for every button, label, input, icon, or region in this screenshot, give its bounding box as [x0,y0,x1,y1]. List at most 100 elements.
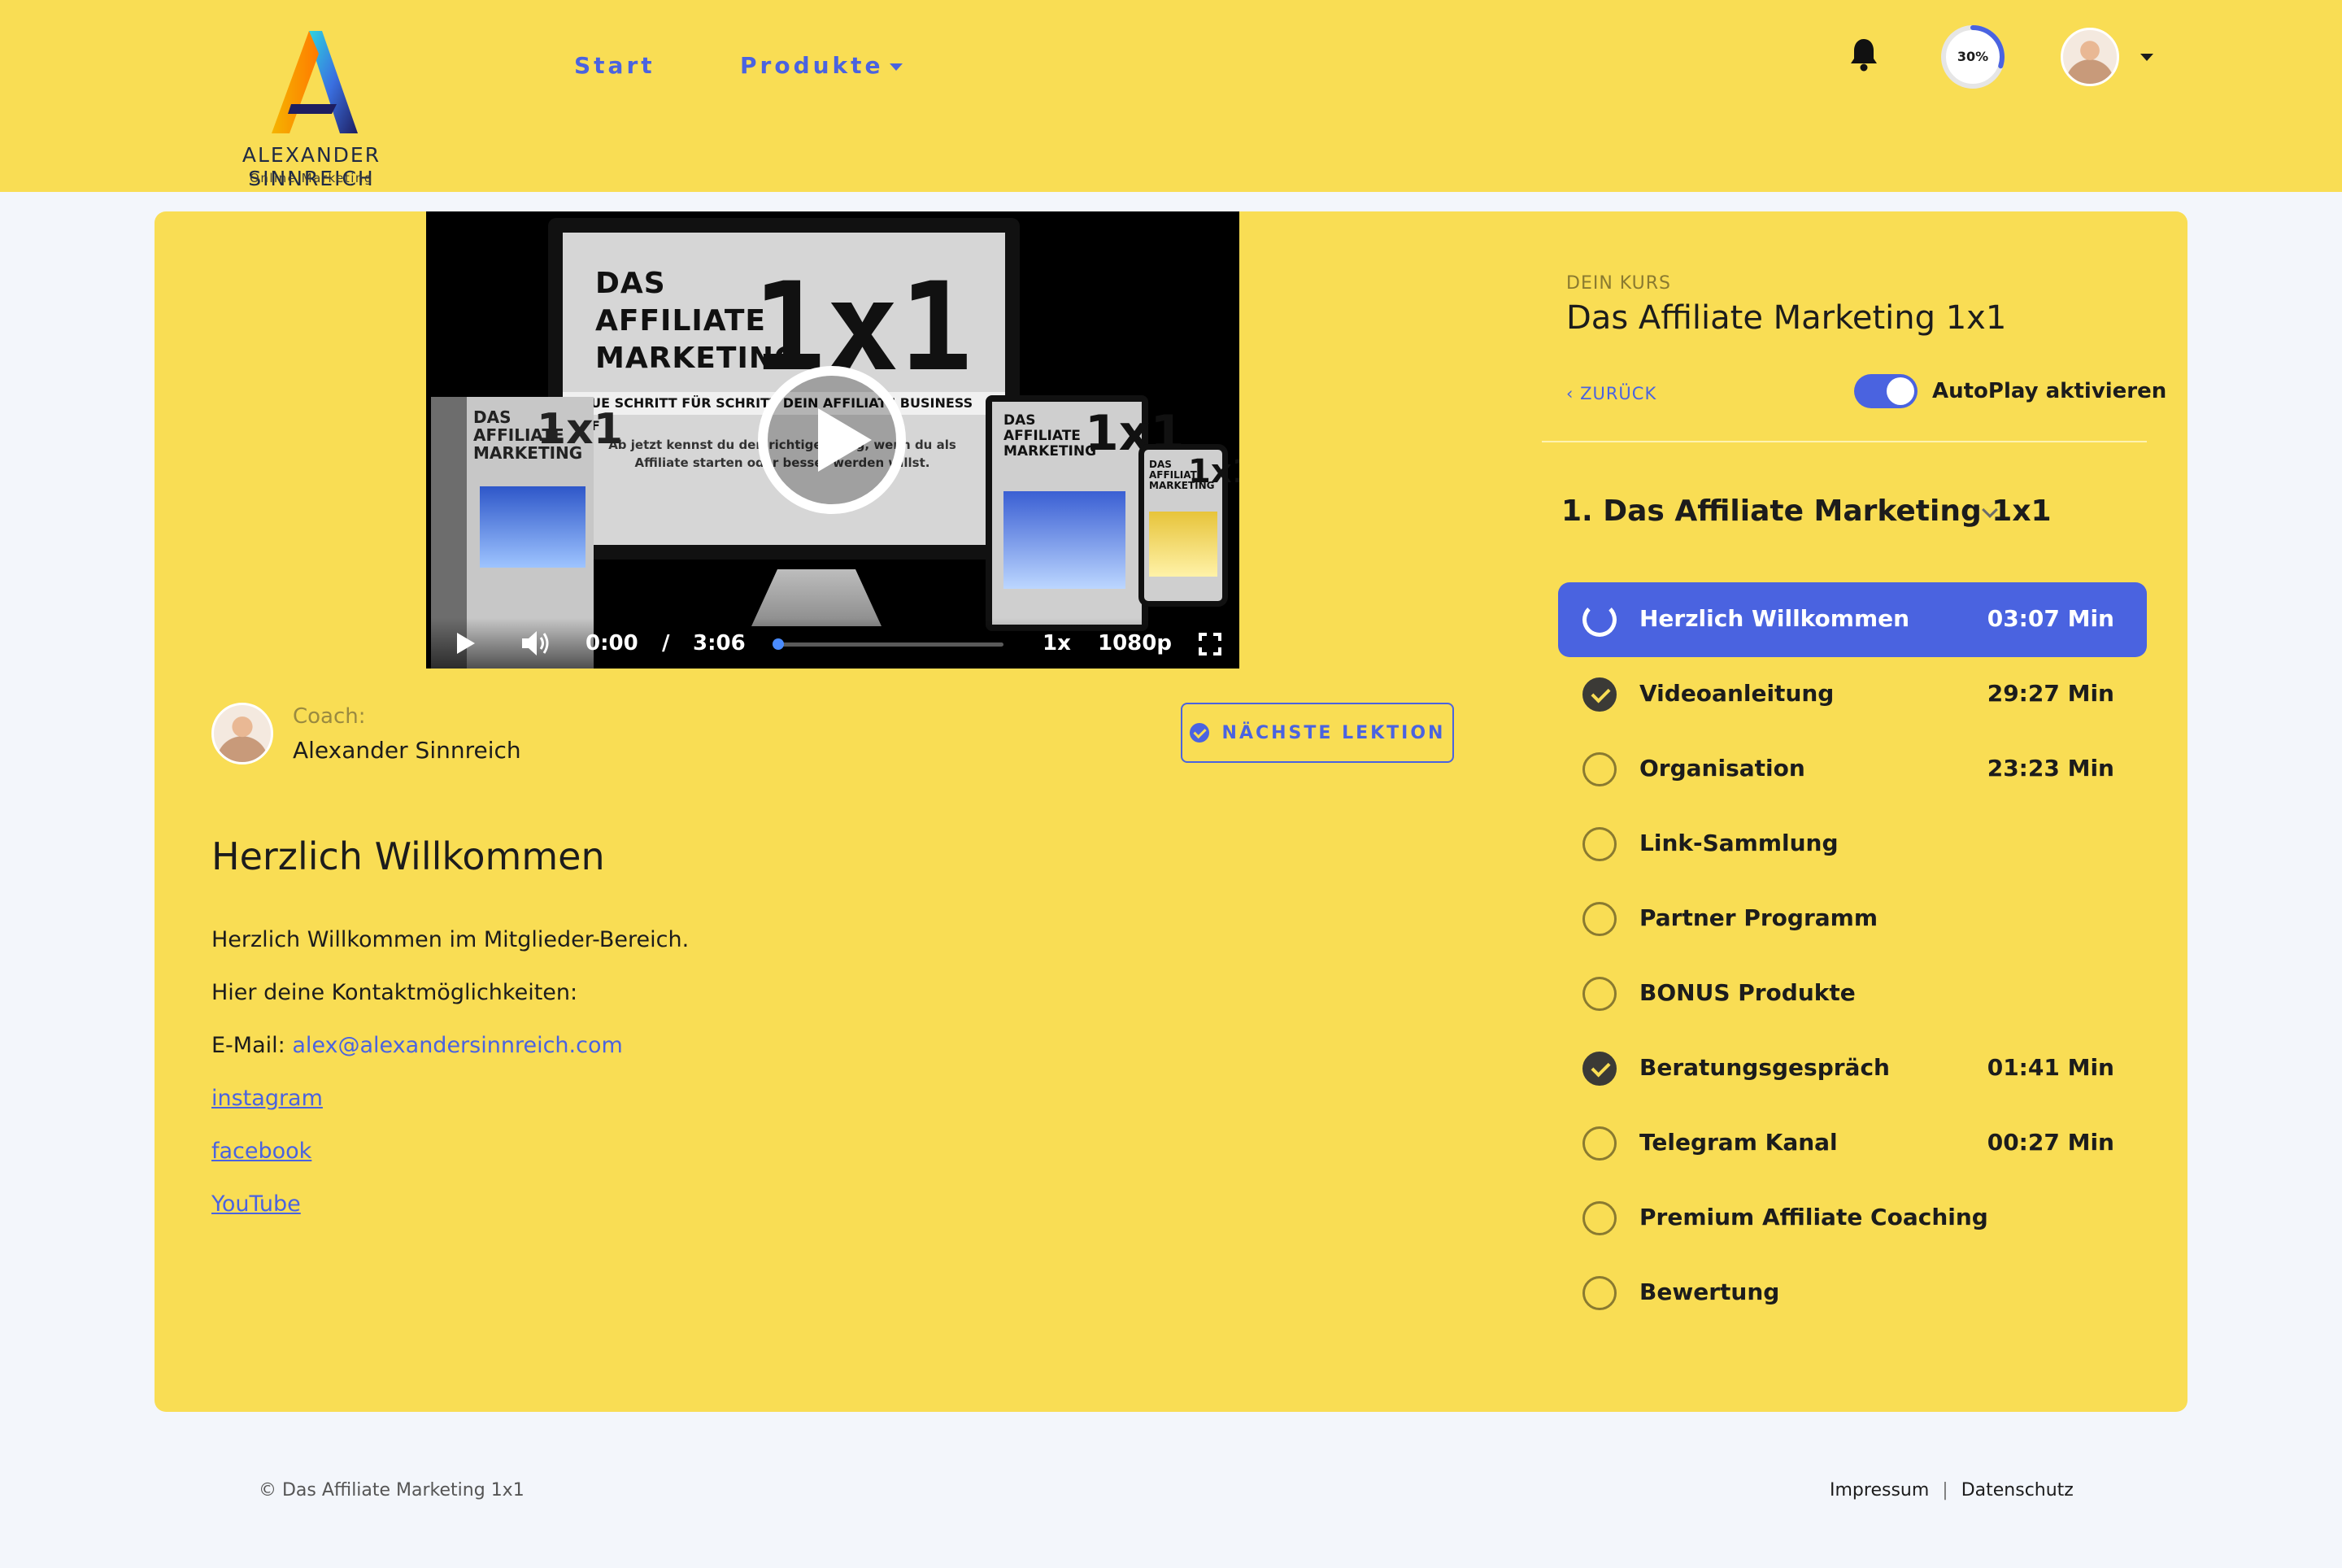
video-quality[interactable]: 1080p [1098,631,1172,656]
email-label: E-Mail: [211,1033,293,1058]
course-card: DAS AFFILIATE MARKETING 1x1 BAUE SCHRITT… [155,211,2187,1412]
footer-links: Impressum | Datenschutz [1830,1480,2074,1500]
lesson-duration: 23:23 Min [1987,755,2114,782]
circle-icon [1582,752,1617,786]
lesson-text-contact: Hier deine Kontaktmöglichkeiten: [211,980,578,1005]
footer-separator: | [1942,1480,1948,1500]
circle-icon [1582,1276,1617,1310]
course-progress-ring[interactable]: 30% [1939,23,2007,91]
progress-text: 30% [1957,49,1989,64]
lesson-text-welcome: Herzlich Willkommen im Mitglieder-Bereic… [211,927,690,952]
top-header: ALEXANDER SINNREICH Online Marketing Sta… [0,0,2342,192]
lesson-item-beratungsgespraech[interactable]: Beratungsgespräch 01:41 Min [1558,1031,2147,1106]
thumb-phone: DAS AFFILIATE MARKETING 1x1 [1138,444,1239,607]
nav-start[interactable]: Start [574,52,655,79]
lesson-item-organisation[interactable]: Organisation 23:23 Min [1558,732,2147,807]
autoplay-label: AutoPlay aktivieren [1932,379,2167,403]
datenschutz-link[interactable]: Datenschutz [1961,1480,2074,1500]
bell-icon[interactable] [1849,37,1878,72]
phone-image [1149,512,1217,577]
seek-knob[interactable] [773,638,784,650]
tablet-image [1003,491,1125,589]
lesson-list: Herzlich Willkommen 03:07 Min Videoanlei… [1558,582,2147,1331]
lesson-name: Videoanleitung [1639,680,1835,707]
course-title: Das Affiliate Marketing 1x1 [1566,299,2007,337]
circle-icon [1582,1201,1617,1235]
time-separator: / [662,631,670,656]
check-circle-icon [1582,1052,1617,1086]
impressum-link[interactable]: Impressum [1830,1480,1929,1500]
circle-icon [1582,977,1617,1011]
lesson-email-line: E-Mail: alex@alexandersinnreich.com [211,1033,623,1058]
lesson-item-premium-affiliate-coaching[interactable]: Premium Affiliate Coaching [1558,1181,2147,1256]
chevron-left-icon: ‹ [1566,384,1581,403]
next-lesson-label: NÄCHSTE LEKTION [1221,722,1446,743]
fullscreen-icon[interactable] [1199,633,1221,656]
instagram-link[interactable]: instagram [211,1086,323,1111]
video-player[interactable]: DAS AFFILIATE MARKETING 1x1 BAUE SCHRITT… [426,211,1239,669]
play-icon[interactable] [457,633,475,654]
lesson-item-herzlich-willkommen[interactable]: Herzlich Willkommen 03:07 Min [1558,582,2147,657]
video-controls: 0:00 / 3:06 1x 1080p [426,618,1239,669]
lesson-item-link-sammlung[interactable]: Link-Sammlung [1558,807,2147,882]
lesson-title: Herzlich Willkommen [211,834,605,878]
lesson-item-videoanleitung[interactable]: Videoanleitung 29:27 Min [1558,657,2147,732]
thumb-tablet: DAS AFFILIATE MARKETING 1x1 [986,395,1184,631]
facebook-link[interactable]: facebook [211,1139,311,1164]
circle-icon [1582,902,1617,936]
box-image [480,486,586,568]
spinner-icon [1582,603,1617,637]
chevron-down-icon[interactable] [890,63,903,71]
lesson-name: BONUS Produkte [1639,979,1856,1006]
coach-name: Alexander Sinnreich [293,737,521,764]
lesson-name: Telegram Kanal [1639,1129,1838,1156]
lesson-name: Partner Programm [1639,904,1878,931]
back-label: ZURÜCK [1580,384,1657,403]
box-big: 1x1 [537,405,623,454]
lesson-name: Link-Sammlung [1639,830,1839,856]
email-link[interactable]: alex@alexandersinnreich.com [292,1033,622,1058]
play-icon[interactable] [758,366,906,514]
lesson-duration: 01:41 Min [1987,1054,2114,1081]
back-link[interactable]: ‹ ZURÜCK [1566,384,1656,403]
sidebar-divider [1542,441,2147,442]
brand-logo[interactable]: ALEXANDER SINNREICH Online Marketing [177,29,446,190]
lesson-item-bewertung[interactable]: Bewertung [1558,1256,2147,1331]
youtube-link[interactable]: YouTube [211,1191,301,1217]
lesson-name: Bewertung [1639,1278,1780,1305]
check-circle-icon [1189,723,1209,743]
chevron-down-icon[interactable] [2140,54,2153,61]
lesson-duration: 29:27 Min [1987,680,2114,707]
seek-bar[interactable] [776,642,1003,647]
user-avatar[interactable] [2061,28,2119,86]
next-lesson-button[interactable]: NÄCHSTE LEKTION [1181,703,1454,763]
lesson-name: Beratungsgespräch [1639,1054,1890,1081]
volume-icon[interactable] [520,629,553,657]
lesson-duration: 03:07 Min [1987,605,2114,632]
box-title: DAS AFFILIATE MARKETING [473,407,583,463]
coach-avatar [211,703,273,764]
lesson-name: Premium Affiliate Coaching [1639,1204,1988,1230]
phone-big: 1x1 [1188,453,1239,490]
brand-tagline: Online Marketing [250,171,373,185]
video-duration: 3:06 [693,631,746,656]
module-title[interactable]: 1. Das Affiliate Marketing 1x1 [1561,494,2052,528]
footer-copyright: © Das Affiliate Marketing 1x1 [259,1480,525,1500]
autoplay-toggle[interactable] [1854,374,1918,408]
circle-icon [1582,827,1617,861]
lesson-name: Herzlich Willkommen [1639,605,1910,632]
phone-title: DAS AFFILIATE MARKETING [1149,459,1215,491]
logo-a-icon [272,31,358,133]
lesson-duration: 00:27 Min [1987,1129,2114,1156]
circle-icon [1582,1126,1617,1161]
tablet-title: DAS AFFILIATE MARKETING [1003,412,1097,460]
playback-speed[interactable]: 1x [1043,631,1071,656]
lesson-item-telegram-kanal[interactable]: Telegram Kanal 00:27 Min [1558,1106,2147,1181]
lesson-item-bonus-produkte[interactable]: BONUS Produkte [1558,956,2147,1031]
lesson-item-partner-programm[interactable]: Partner Programm [1558,882,2147,956]
check-circle-icon [1582,677,1617,712]
lesson-name: Organisation [1639,755,1805,782]
current-time: 0:00 [586,631,638,656]
coach-label: Coach: [293,704,366,729]
nav-produkte[interactable]: Produkte [740,52,884,79]
